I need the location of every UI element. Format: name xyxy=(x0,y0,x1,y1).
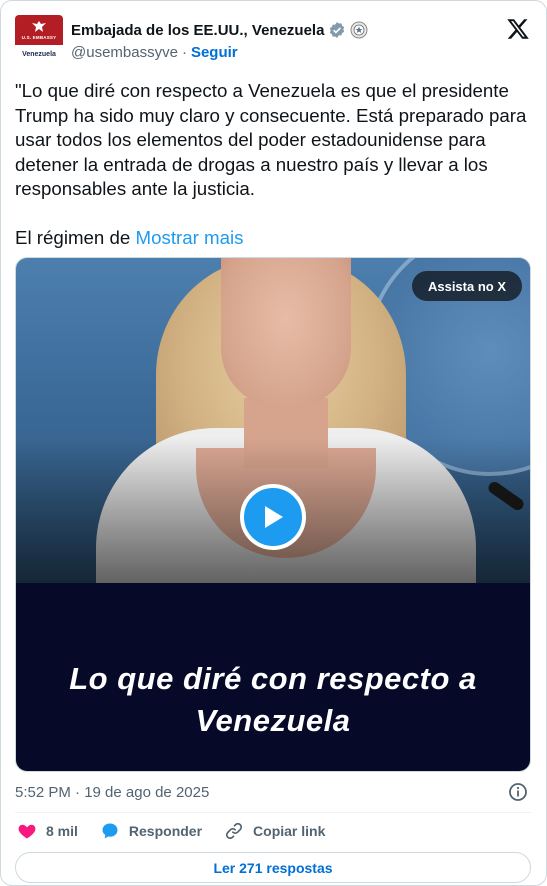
like-button[interactable]: 8 mil xyxy=(17,821,78,841)
heart-icon xyxy=(18,824,36,839)
speech-bubble-icon xyxy=(102,823,118,839)
tweet-text: "Lo que diré con respecto a Venezuela es… xyxy=(15,79,530,250)
handle-separator: · xyxy=(181,44,187,61)
link-icon xyxy=(225,822,243,840)
video-caption: Lo que diré con respecto a Venezuela xyxy=(16,658,530,742)
speaker-face xyxy=(221,258,351,408)
divider xyxy=(15,812,531,813)
copy-link-label: Copiar link xyxy=(253,823,326,839)
play-icon xyxy=(265,506,283,528)
tweet-paragraph-2: El régimen de Mostrar mais xyxy=(15,226,530,251)
avatar-embassy-text: U.S. EMBASSY xyxy=(21,35,57,40)
avatar-seal-band: U.S. EMBASSY xyxy=(15,15,63,45)
x-logo-icon[interactable] xyxy=(506,17,530,41)
government-seal-icon xyxy=(350,21,368,39)
avatar-label: Venezuela xyxy=(15,45,63,63)
reply-button[interactable]: Responder xyxy=(100,821,202,841)
tweet-paragraph-2-text: El régimen de xyxy=(15,226,131,248)
author-name-row: Embajada de los EE.UU., Venezuela xyxy=(71,21,368,39)
video-player[interactable]: Lo que diré con respecto a Venezuela Ass… xyxy=(15,257,531,772)
caption-line-1: Lo que diré con respecto a xyxy=(69,661,477,696)
watch-on-x-button[interactable]: Assista no X xyxy=(411,271,522,301)
copy-link-button[interactable]: Copiar link xyxy=(224,821,325,841)
tweet-timestamp[interactable]: 5:52 PM · 19 de ago de 2025 xyxy=(15,784,209,801)
author-handle[interactable]: @usembassyve xyxy=(71,44,178,61)
author-avatar[interactable]: U.S. EMBASSY Venezuela xyxy=(15,15,63,63)
show-more-link[interactable]: Mostrar mais xyxy=(136,227,244,248)
caption-line-2: Venezuela xyxy=(195,703,351,738)
eagle-icon xyxy=(32,21,46,32)
tweet-paragraph-1: "Lo que diré con respecto a Venezuela es… xyxy=(15,80,527,199)
reply-label: Responder xyxy=(128,823,203,839)
verified-badge-icon xyxy=(330,22,345,38)
read-replies-button[interactable]: Ler 271 respostas xyxy=(15,852,531,883)
author-name[interactable]: Embajada de los EE.UU., Venezuela xyxy=(71,22,324,39)
tweet-card: U.S. EMBASSY Venezuela Embajada de los E… xyxy=(0,0,547,886)
info-icon[interactable] xyxy=(508,782,528,802)
play-button[interactable] xyxy=(240,484,306,550)
action-bar: 8 mil Responder Copiar link xyxy=(17,821,347,841)
author-handle-row: @usembassyve · Seguir xyxy=(71,44,238,61)
likes-count: 8 mil xyxy=(46,823,78,839)
follow-button[interactable]: Seguir xyxy=(191,44,238,61)
